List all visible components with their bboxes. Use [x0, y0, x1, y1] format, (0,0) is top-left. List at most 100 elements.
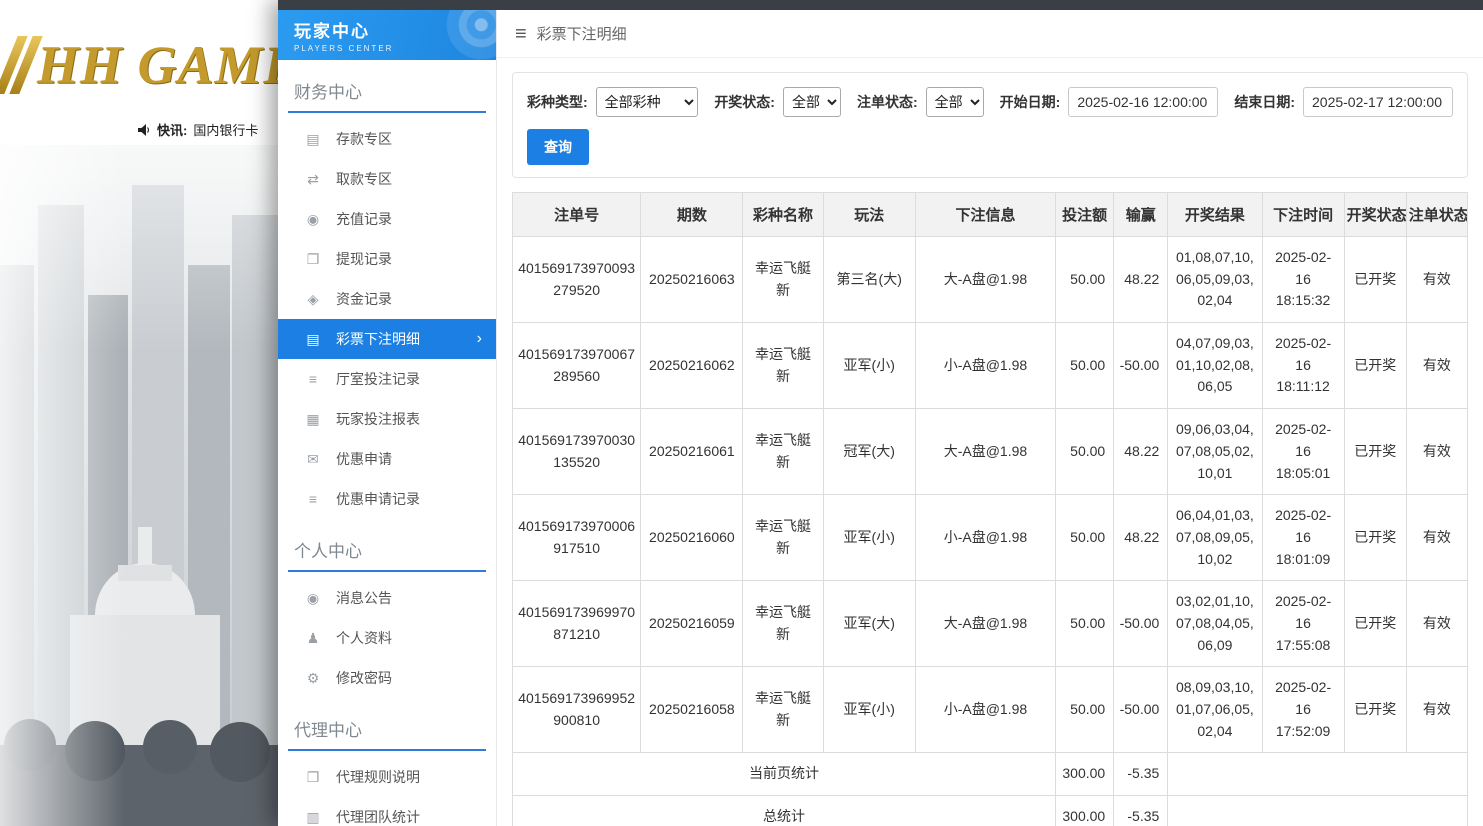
brand-logo-accent — [6, 36, 31, 94]
cell-play-type: 冠军(大) — [823, 409, 915, 495]
cell-order-id: 401569173969970871210 — [513, 581, 641, 667]
brand-logo: HH GAME — [37, 34, 301, 96]
filter-panel: 彩种类型: 全部彩种 开奖状态: 全部 注单状态: 全部 开始日期: — [512, 72, 1468, 178]
chevron-right-icon: › — [477, 330, 482, 348]
sidebar-item-promo-apply[interactable]: ✉ 优惠申请 — [278, 439, 496, 479]
cell-lottery-name: 幸运飞艇新 — [743, 495, 823, 581]
withdrawal-record-icon: ❐ — [304, 251, 322, 268]
sidebar-section-title: 个人中心 — [288, 533, 486, 572]
promo-apply-icon: ✉ — [304, 451, 322, 468]
sidebar-item-label: 充值记录 — [336, 209, 392, 229]
cell-bet-amount: 50.00 — [1056, 581, 1114, 667]
sidebar-item-hall-bet-records[interactable]: ≡厅室投注记录 — [278, 359, 496, 399]
total-summary-row: 总统计 300.00 -5.35 — [513, 796, 1468, 826]
cell-draw-status: 已开奖 — [1344, 667, 1406, 753]
cell-win-loss: -50.00 — [1114, 581, 1168, 667]
cell-win-loss: -50.00 — [1114, 667, 1168, 753]
cell-win-loss: 48.22 — [1114, 409, 1168, 495]
draw-status-label: 开奖状态: — [714, 92, 775, 112]
col-header-draw-status: 开奖状态 — [1344, 193, 1406, 237]
cell-period: 20250216061 — [641, 409, 743, 495]
lottery-type-select[interactable]: 全部彩种 — [596, 87, 699, 117]
content-body: 彩种类型: 全部彩种 开奖状态: 全部 注单状态: 全部 开始日期: — [497, 58, 1483, 826]
total-summary-win-loss: -5.35 — [1114, 796, 1168, 826]
message-icon: ◉ — [304, 590, 322, 607]
cell-draw-status: 已开奖 — [1344, 323, 1406, 409]
fund-record-icon: ◈ — [304, 291, 322, 308]
cell-period: 20250216063 — [641, 237, 743, 323]
order-status-select[interactable]: 全部 — [926, 87, 984, 117]
password-icon: ⚙ — [304, 670, 322, 687]
cell-draw-status: 已开奖 — [1344, 409, 1406, 495]
draw-status-select[interactable]: 全部 — [783, 87, 841, 117]
start-date-label: 开始日期: — [1000, 92, 1061, 112]
end-date-label: 结束日期: — [1234, 92, 1295, 112]
col-header-bet-info: 下注信息 — [915, 193, 1055, 237]
deposit-icon: ▤ — [304, 131, 322, 148]
content: ≡ 彩票下注明细 彩种类型: 全部彩种 开奖状态: 全部 注单状态: — [497, 10, 1483, 826]
table-row: 40156917396997087121020250216059幸运飞艇新亚军(… — [513, 581, 1468, 667]
cell-bet-time: 2025-02-16 17:52:09 — [1262, 667, 1344, 753]
hall-bet-record-icon: ≡ — [304, 371, 322, 387]
sidebar-item-label: 修改密码 — [336, 668, 392, 688]
sidebar-item-withdraw-zone[interactable]: ⇄取款专区 — [278, 159, 496, 199]
cell-lottery-name: 幸运飞艇新 — [743, 323, 823, 409]
sidebar-item-label: 玩家投注报表 — [336, 409, 420, 429]
col-header-order-status: 注单状态 — [1406, 193, 1467, 237]
cell-period: 20250216060 — [641, 495, 743, 581]
search-button[interactable]: 查询 — [527, 129, 589, 165]
profile-icon: ♟ — [304, 630, 322, 647]
menu-toggle-icon[interactable]: ≡ — [515, 24, 527, 44]
cell-order-id: 401569173970093279520 — [513, 237, 641, 323]
cell-draw-status: 已开奖 — [1344, 237, 1406, 323]
lottery-type-label: 彩种类型: — [527, 92, 588, 112]
cell-order-status: 有效 — [1406, 323, 1467, 409]
cell-draw-result: 08,09,03,10,01,07,06,05,02,04 — [1168, 667, 1262, 753]
sidebar-item-promo-apply-records[interactable]: ≡优惠申请记录 — [278, 479, 496, 519]
sidebar-item-recharge-records[interactable]: ◉ 充值记录 — [278, 199, 496, 239]
city-photo — [0, 145, 278, 826]
sidebar-item-change-password[interactable]: ⚙ 修改密码 — [278, 658, 496, 698]
sidebar-item-profile[interactable]: ♟个人资料 — [278, 618, 496, 658]
cell-order-id: 401569173970030135520 — [513, 409, 641, 495]
recharge-record-icon: ◉ — [304, 211, 322, 228]
cell-draw-result: 09,06,03,04,07,08,05,02,10,01 — [1168, 409, 1262, 495]
ticker-label: 快讯: — [157, 120, 187, 139]
sidebar-item-agent-rules[interactable]: ❐代理规则说明 — [278, 757, 496, 797]
sidebar-menu: 财务中心▤存款专区⇄取款专区◉充值记录❐提现记录◈资金记录▤彩票下注明细›≡厅室… — [278, 74, 496, 826]
sidebar-item-player-bet-report[interactable]: ▦ 玩家投注报表 — [278, 399, 496, 439]
col-header-play-type: 玩法 — [823, 193, 915, 237]
cell-bet-time: 2025-02-16 18:01:09 — [1262, 495, 1344, 581]
cell-draw-result: 03,02,01,10,07,08,04,05,06,09 — [1168, 581, 1262, 667]
sidebar-subtitle: PLAYERS CENTER — [294, 44, 496, 53]
cell-bet-time: 2025-02-16 17:55:08 — [1262, 581, 1344, 667]
content-header: ≡ 彩票下注明细 — [497, 10, 1483, 58]
player-bet-report-icon: ▦ — [304, 411, 322, 428]
cell-draw-result: 01,08,07,10,06,05,09,03,02,04 — [1168, 237, 1262, 323]
cell-bet-amount: 50.00 — [1056, 495, 1114, 581]
table-header-row: 注单号期数彩种名称玩法下注信息投注额输赢开奖结果下注时间开奖状态注单状态 — [513, 193, 1468, 237]
sidebar-item-lottery-bet-details[interactable]: ▤彩票下注明细› — [278, 319, 496, 359]
end-date-input[interactable] — [1303, 87, 1453, 117]
col-header-win-loss: 输赢 — [1114, 193, 1168, 237]
withdraw-icon: ⇄ — [304, 171, 322, 188]
cell-order-status: 有效 — [1406, 667, 1467, 753]
cell-period: 20250216062 — [641, 323, 743, 409]
sidebar-item-agent-team-stats[interactable]: ▥代理团队统计 — [278, 797, 496, 826]
cell-order-id: 401569173970006917510 — [513, 495, 641, 581]
cell-bet-info: 大-A盘@1.98 — [915, 409, 1055, 495]
sidebar-item-label: 消息公告 — [336, 588, 392, 608]
start-date-input[interactable] — [1068, 87, 1218, 117]
col-header-bet-amount: 投注额 — [1056, 193, 1114, 237]
cell-bet-info: 小-A盘@1.98 — [915, 667, 1055, 753]
sidebar-item-message-board[interactable]: ◉ 消息公告 — [278, 578, 496, 618]
sidebar-item-label: 提现记录 — [336, 249, 392, 269]
cell-bet-time: 2025-02-16 18:15:32 — [1262, 237, 1344, 323]
sidebar-item-label: 优惠申请 — [336, 449, 392, 469]
agent-rules-icon: ❐ — [304, 769, 322, 786]
sidebar-item-fund-records[interactable]: ◈资金记录 — [278, 279, 496, 319]
sidebar-item-withdrawal-records[interactable]: ❐ 提现记录 — [278, 239, 496, 279]
sidebar-item-deposit-zone[interactable]: ▤ 存款专区 — [278, 119, 496, 159]
sidebar-item-label: 存款专区 — [336, 129, 392, 149]
cell-bet-time: 2025-02-16 18:11:12 — [1262, 323, 1344, 409]
